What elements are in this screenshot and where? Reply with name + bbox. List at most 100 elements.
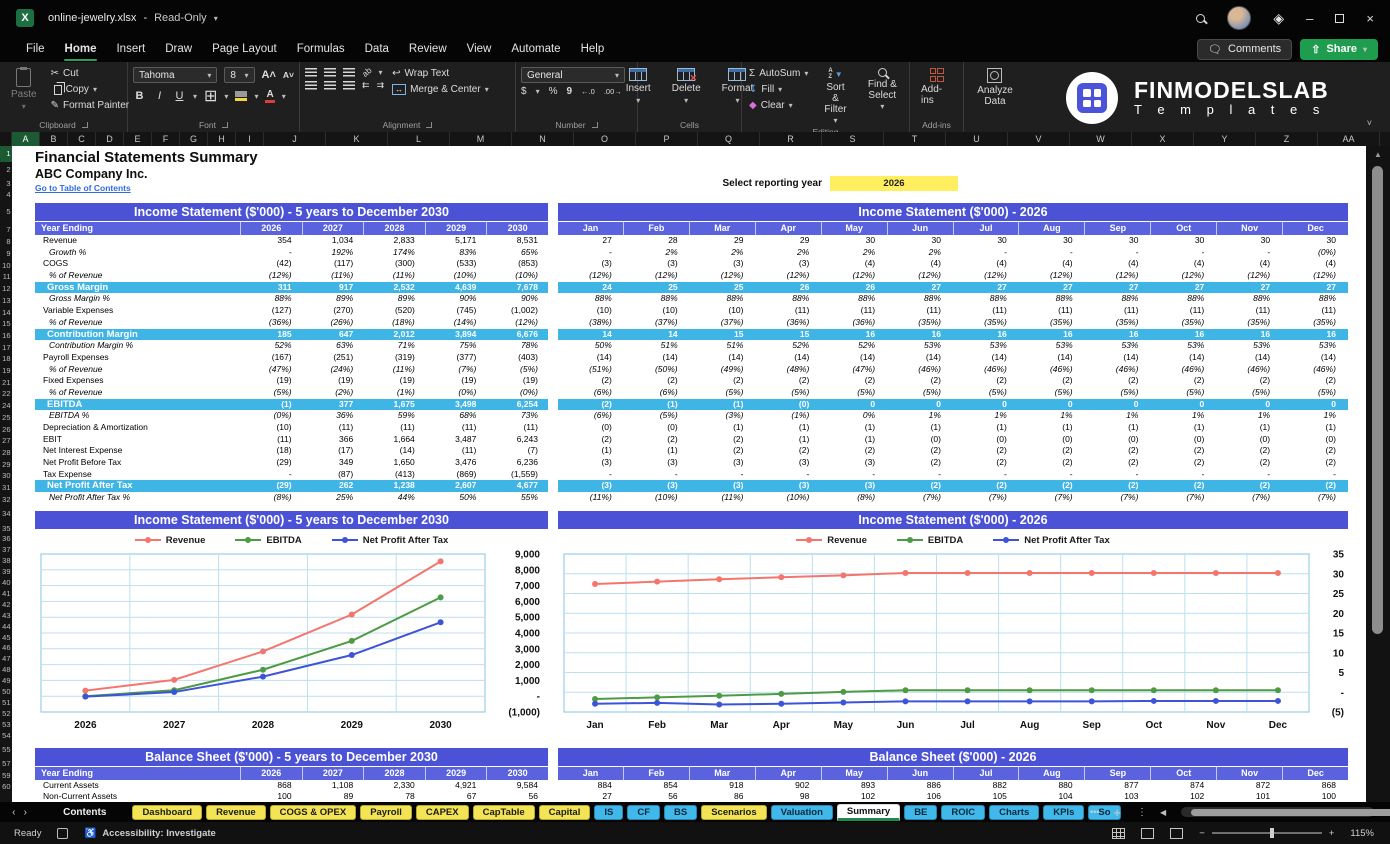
cell[interactable]: 3,487 [425, 434, 487, 446]
cell[interactable]: (5%) [624, 410, 690, 422]
sheet-tab-kpis[interactable]: KPIs [1043, 804, 1085, 820]
menu-tab-home[interactable]: Home [55, 39, 107, 61]
row-label[interactable]: EBITDA % [35, 410, 240, 422]
cell[interactable]: 53% [1019, 340, 1085, 352]
cell[interactable]: 25% [302, 492, 364, 504]
cell[interactable]: (11) [363, 422, 425, 434]
cell[interactable]: (10) [558, 305, 624, 317]
cell[interactable]: (14) [1085, 352, 1151, 364]
row-label[interactable]: Revenue [35, 235, 240, 247]
cell[interactable]: (0%) [240, 410, 302, 422]
cell[interactable]: (6%) [558, 410, 624, 422]
cell[interactable]: (1) [558, 445, 624, 457]
cell[interactable]: (5%) [1085, 387, 1151, 399]
cell[interactable]: 27 [1150, 282, 1216, 294]
cell[interactable]: 90% [486, 293, 548, 305]
cell[interactable]: 83% [425, 247, 487, 259]
cell[interactable]: 16 [953, 329, 1019, 341]
add-sheet-button[interactable]: + [1107, 805, 1127, 820]
column-header-E[interactable]: E [124, 132, 152, 146]
cell[interactable]: (0) [558, 422, 624, 434]
column-header-L[interactable]: L [388, 132, 450, 146]
cell[interactable]: 88% [1282, 293, 1348, 305]
row-header-37[interactable]: 37 [2, 545, 10, 554]
cell[interactable]: 73% [486, 410, 548, 422]
cell[interactable]: (14) [821, 352, 887, 364]
row-label[interactable]: Fixed Expenses [35, 375, 240, 387]
cell[interactable]: (42) [240, 258, 302, 270]
cell[interactable]: (2) [887, 480, 953, 492]
cell[interactable]: 102 [821, 791, 887, 802]
cell[interactable]: (10%) [425, 270, 487, 282]
cell[interactable]: (2) [953, 375, 1019, 387]
cell[interactable]: (4) [1282, 258, 1348, 270]
cell[interactable]: (3) [624, 480, 690, 492]
vertical-scrollbar-thumb[interactable] [1372, 166, 1383, 634]
format-painter-button[interactable]: ✎ Format Painter [49, 99, 132, 112]
column-header-O[interactable]: O [574, 132, 636, 146]
row-header-19[interactable]: 19 [2, 366, 10, 375]
cell[interactable]: (14) [1216, 352, 1282, 364]
cell[interactable]: (3) [624, 457, 690, 469]
cell[interactable]: 3,476 [425, 457, 487, 469]
cell[interactable]: 30 [821, 235, 887, 247]
cell[interactable]: (251) [302, 352, 364, 364]
cell[interactable]: 25 [624, 282, 690, 294]
cell[interactable]: 16 [1150, 329, 1216, 341]
cell[interactable]: (1) [755, 422, 821, 434]
row-label[interactable]: Contribution Margin % [35, 340, 240, 352]
row-header-60[interactable]: 60 [2, 782, 10, 791]
cell[interactable]: 30 [1085, 235, 1151, 247]
cell[interactable]: 185 [240, 329, 302, 341]
cell[interactable]: 1,664 [363, 434, 425, 446]
cell[interactable]: (11%) [302, 270, 364, 282]
cell[interactable]: (5%) [953, 387, 1019, 399]
cell[interactable]: (3) [821, 457, 887, 469]
cell[interactable]: 0 [887, 399, 953, 411]
number-format-select[interactable]: General ▾ [521, 67, 625, 83]
cell[interactable]: (14) [624, 352, 690, 364]
cell[interactable]: 2% [624, 247, 690, 259]
column-header-W[interactable]: W [1070, 132, 1132, 146]
row-label[interactable]: EBIT [35, 434, 240, 446]
cell[interactable]: 2% [887, 247, 953, 259]
cell[interactable]: (12%) [624, 270, 690, 282]
cell[interactable]: (35%) [1085, 317, 1151, 329]
cell[interactable]: (2) [887, 445, 953, 457]
cell[interactable]: (35%) [887, 317, 953, 329]
cell[interactable]: 647 [302, 329, 364, 341]
cell[interactable]: (0) [887, 434, 953, 446]
cell[interactable]: 8,531 [486, 235, 548, 247]
column-header-K[interactable]: K [326, 132, 388, 146]
cell[interactable]: 90% [425, 293, 487, 305]
cell[interactable]: - [624, 469, 690, 481]
find-select-button[interactable]: Find & Select ▾ [861, 67, 904, 113]
cell[interactable]: (14) [953, 352, 1019, 364]
cell[interactable]: 1% [953, 410, 1019, 422]
align-top-icon[interactable] [305, 67, 317, 77]
cell[interactable]: (2) [1282, 445, 1348, 457]
row-header-38[interactable]: 38 [2, 556, 10, 565]
row-header-7[interactable]: 7 [6, 225, 10, 234]
cell[interactable]: (18%) [363, 317, 425, 329]
cell[interactable]: 51% [690, 340, 756, 352]
column-header-P[interactable]: P [636, 132, 698, 146]
cell[interactable]: (11) [1282, 305, 1348, 317]
cell[interactable]: (1) [690, 399, 756, 411]
cell[interactable]: 16 [1019, 329, 1085, 341]
cell[interactable]: (0) [1019, 434, 1085, 446]
cell[interactable]: 71% [363, 340, 425, 352]
cell[interactable]: 6,254 [486, 399, 548, 411]
sheet-tab-bs[interactable]: BS [664, 804, 698, 820]
column-header-A[interactable]: A [12, 132, 40, 146]
wrap-text-button[interactable]: ↩ Wrap Text [390, 67, 491, 80]
cell[interactable]: 1% [1282, 410, 1348, 422]
cell[interactable]: (11) [240, 434, 302, 446]
cell[interactable]: 868 [240, 780, 302, 791]
autosum-button[interactable]: Σ AutoSum ▾ [747, 67, 810, 80]
document-title[interactable]: online-jewelry.xlsx - Read-Only ▾ [48, 12, 218, 24]
cell[interactable]: (1) [1019, 422, 1085, 434]
row-header-36[interactable]: 36 [2, 534, 10, 543]
cell[interactable]: (745) [425, 305, 487, 317]
dialog-launcher-icon[interactable] [591, 121, 598, 128]
